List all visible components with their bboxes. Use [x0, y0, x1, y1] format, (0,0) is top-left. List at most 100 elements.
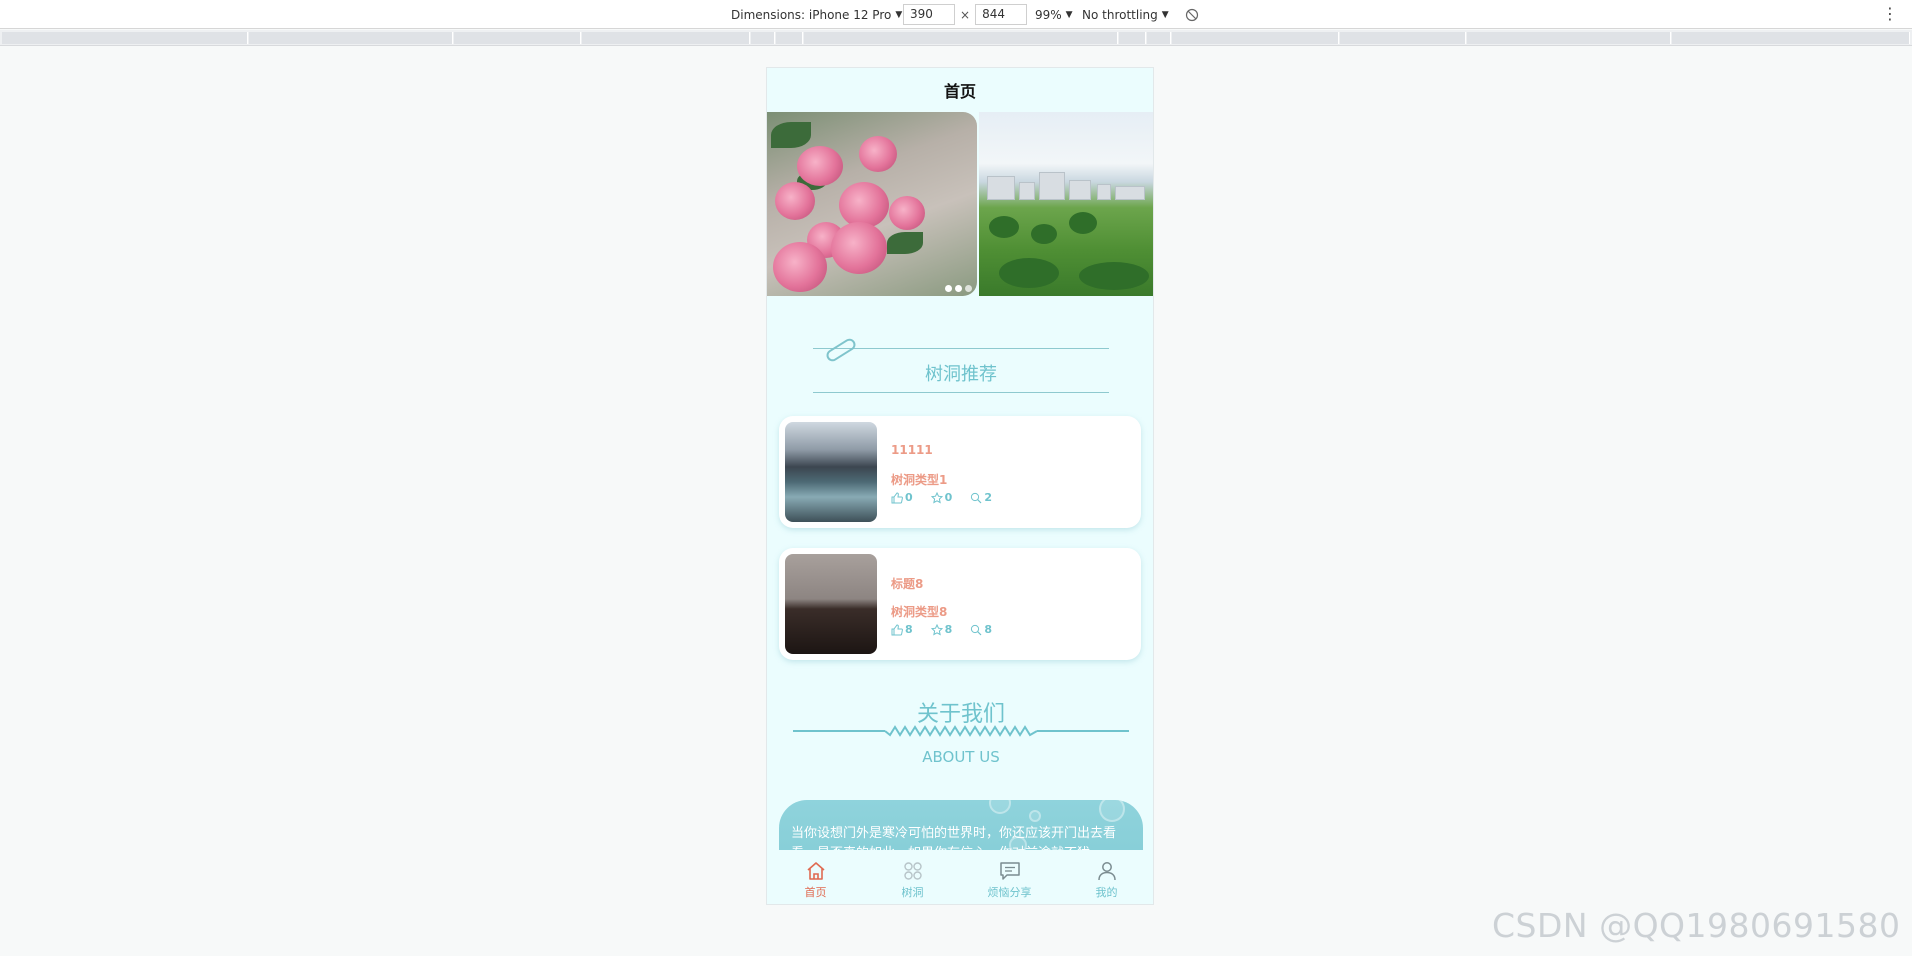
- post-title: 11111: [891, 443, 933, 457]
- media-query-segment[interactable]: [776, 32, 803, 44]
- throttling-label: No throttling: [1082, 7, 1158, 22]
- about-section-header: 关于我们 ABOUT US: [767, 680, 1153, 798]
- height-input[interactable]: 844: [975, 4, 1028, 25]
- media-query-segment[interactable]: [249, 32, 453, 44]
- media-query-segment[interactable]: [1172, 32, 1339, 44]
- building-shape: [1115, 186, 1145, 200]
- building-shape: [1097, 184, 1111, 200]
- device-select[interactable]: Dimensions: iPhone 12 Pro ▼: [731, 0, 902, 29]
- post-card[interactable]: 标题8 树洞类型8 8 8 8: [779, 548, 1141, 660]
- rose-shape: [859, 136, 897, 172]
- banner-carousel[interactable]: [767, 112, 1153, 296]
- throttling-select[interactable]: No throttling ▼: [1082, 0, 1169, 29]
- post-stats: 0 0 2: [891, 491, 992, 504]
- nav-bar: 首页: [767, 68, 1153, 112]
- thumbs-up-icon: [891, 491, 903, 503]
- chat-icon: [999, 861, 1020, 880]
- watermark: CSDN @QQ1980691580: [1492, 906, 1901, 945]
- tree-shape: [1031, 224, 1057, 244]
- media-query-segment[interactable]: [1672, 32, 1910, 44]
- post-stats: 8 8 8: [891, 623, 992, 636]
- media-query-bar: [0, 30, 1912, 46]
- media-query-segment[interactable]: [454, 32, 581, 44]
- search-view-icon: [971, 624, 982, 635]
- like-stat[interactable]: 0: [891, 491, 913, 504]
- rose-shape: [775, 182, 815, 220]
- chevron-down-icon: ▼: [895, 9, 903, 20]
- media-query-segment[interactable]: [582, 32, 750, 44]
- banner-slide-park[interactable]: [979, 112, 1153, 296]
- carousel-dots: [945, 285, 972, 292]
- tab-label: 首页: [804, 885, 827, 899]
- tab-label: 我的: [1095, 885, 1118, 899]
- post-thumbnail[interactable]: [785, 422, 877, 522]
- rose-shape: [831, 222, 887, 274]
- tab-home[interactable]: 首页: [767, 850, 864, 904]
- chevron-down-icon: ▼: [1161, 9, 1169, 20]
- carousel-dot[interactable]: [955, 285, 962, 292]
- tab-label: 烦恼分享: [987, 885, 1032, 899]
- view-stat: 2: [970, 491, 992, 504]
- media-query-segment[interactable]: [1119, 32, 1146, 44]
- media-query-segment[interactable]: [804, 32, 1118, 44]
- favorite-stat[interactable]: 8: [930, 623, 953, 636]
- media-query-segment[interactable]: [751, 32, 775, 44]
- more-options-icon[interactable]: ⋮: [1882, 4, 1898, 24]
- post-card[interactable]: 11111 树洞类型1 0 0 2: [779, 416, 1141, 528]
- tab-share[interactable]: 烦恼分享: [961, 850, 1058, 904]
- banner-slide-roses[interactable]: [767, 112, 977, 296]
- home-icon: [806, 861, 825, 880]
- media-query-segment[interactable]: [1467, 32, 1671, 44]
- tree-shape: [989, 216, 1019, 238]
- star-icon: [930, 623, 943, 635]
- building-shape: [1069, 180, 1091, 200]
- leaf-shape: [771, 122, 811, 148]
- bubble-decoration: [1029, 810, 1041, 822]
- rose-shape: [839, 182, 889, 228]
- devtools-toolbar: Dimensions: iPhone 12 Pro ▼ 390 × 844 99…: [0, 0, 1912, 29]
- view-stat: 8: [970, 623, 992, 636]
- bubble-decoration: [1099, 800, 1125, 822]
- zoom-select[interactable]: 99% ▼: [1035, 0, 1073, 29]
- post-type: 树洞类型1: [891, 473, 948, 487]
- tree-shape: [999, 258, 1059, 288]
- recommend-section-header: 树洞推荐: [767, 296, 1153, 416]
- chevron-down-icon: ▼: [1065, 9, 1073, 20]
- user-icon: [1097, 861, 1116, 880]
- rose-shape: [797, 146, 843, 186]
- dimension-separator: ×: [960, 7, 971, 22]
- media-query-segment[interactable]: [1340, 32, 1466, 44]
- phone-viewport: 首页 树洞推荐 11111 树洞类型1 0 0 2 标题8 树洞类型8 8 8 …: [766, 67, 1154, 905]
- like-count: 8: [905, 623, 913, 636]
- carousel-dot[interactable]: [945, 285, 952, 292]
- wave-divider: [793, 725, 1129, 737]
- building-shape: [987, 176, 1015, 200]
- rose-shape: [773, 242, 827, 292]
- post-thumbnail[interactable]: [785, 554, 877, 654]
- thumbs-up-icon: [891, 623, 903, 635]
- divider: [813, 392, 1109, 393]
- tab-me[interactable]: 我的: [1058, 850, 1153, 904]
- rotate-icon: [1185, 8, 1199, 21]
- width-input[interactable]: 390: [903, 4, 955, 25]
- rotate-button[interactable]: [1185, 0, 1199, 29]
- media-query-segment[interactable]: [1147, 32, 1171, 44]
- like-stat[interactable]: 8: [891, 623, 913, 636]
- recommend-section-title: 树洞推荐: [925, 364, 997, 385]
- favorite-stat[interactable]: 0: [930, 491, 953, 504]
- tab-treehole[interactable]: 树洞: [864, 850, 961, 904]
- carousel-dot[interactable]: [965, 285, 972, 292]
- tab-label: 树洞: [901, 885, 924, 899]
- tab-bar: 首页 树洞 烦恼分享 我的: [767, 850, 1153, 904]
- favorite-count: 8: [944, 623, 953, 636]
- bubble-decoration: [989, 800, 1011, 814]
- post-type: 树洞类型8: [891, 605, 948, 619]
- tree-shape: [1079, 262, 1149, 290]
- search-view-icon: [971, 492, 982, 503]
- media-query-segment[interactable]: [2, 32, 248, 44]
- favorite-count: 0: [944, 491, 953, 504]
- like-count: 0: [905, 491, 913, 504]
- page-title: 首页: [943, 82, 976, 101]
- view-count: 2: [984, 491, 992, 504]
- device-label: Dimensions: iPhone 12 Pro: [731, 7, 892, 22]
